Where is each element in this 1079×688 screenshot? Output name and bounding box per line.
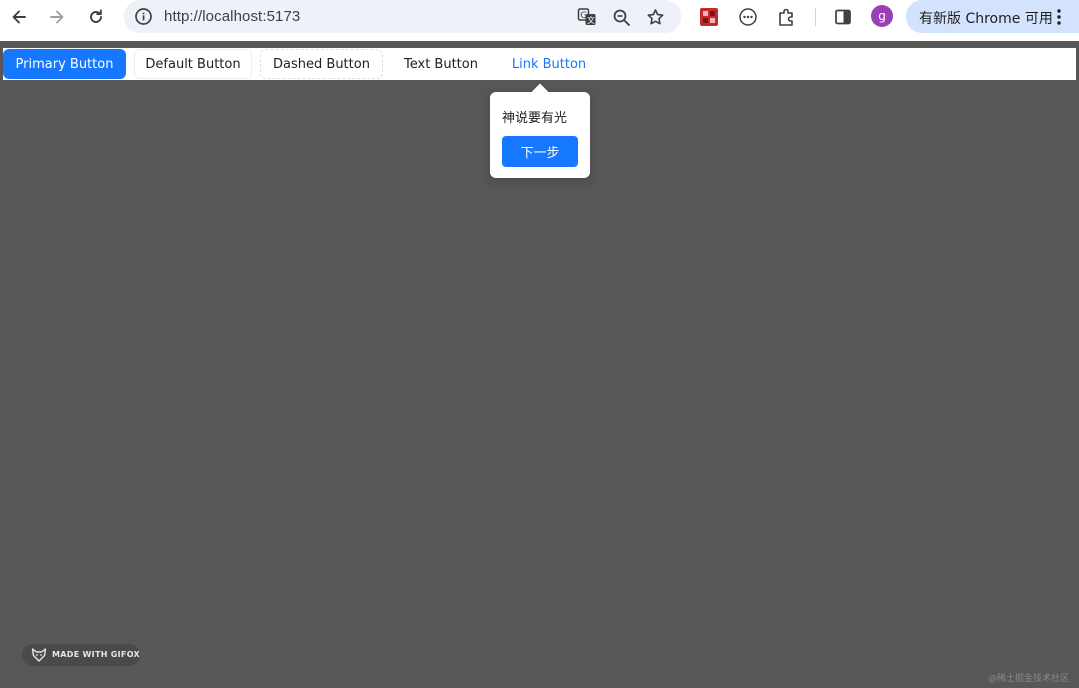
- url-text[interactable]: http://localhost:5173: [164, 8, 300, 25]
- gifox-text: MADE WITH GIFOX: [52, 650, 140, 659]
- community-watermark: @稀土掘金技术社区: [988, 674, 1070, 684]
- translate-button[interactable]: G 文: [576, 6, 598, 28]
- side-panel-icon: [835, 9, 851, 25]
- reload-icon: [90, 9, 102, 23]
- fox-icon: [31, 648, 47, 662]
- content-top-edge: [0, 41, 1079, 47]
- tour-popover: 神说要有光 下一步: [490, 83, 590, 178]
- zoom-icon: [613, 9, 630, 26]
- address-bar[interactable]: http://localhost:5173 G 文: [124, 0, 681, 33]
- text-button[interactable]: Text Button: [391, 49, 491, 79]
- link-button[interactable]: Link Button: [499, 49, 599, 79]
- gifox-watermark: MADE WITH GIFOX: [22, 644, 140, 666]
- zoom-button[interactable]: [610, 6, 632, 28]
- forward-arrow-icon: [50, 10, 64, 24]
- tour-next-button[interactable]: 下一步: [502, 136, 578, 167]
- red-extension-icon: [700, 8, 718, 26]
- button-row: Primary Button Default Button Dashed But…: [3, 48, 1076, 80]
- back-arrow-icon: [12, 10, 26, 24]
- primary-button[interactable]: Primary Button: [3, 49, 126, 79]
- site-info-icon[interactable]: [134, 7, 153, 26]
- tour-arrow: [531, 83, 549, 101]
- browser-toolbar: http://localhost:5173 G 文 g 有新版 Chrome 可…: [0, 0, 1079, 33]
- bookmark-button[interactable]: [644, 6, 666, 28]
- forward-button[interactable]: [43, 3, 71, 31]
- update-chrome-button[interactable]: 有新版 Chrome 可用: [906, 0, 1079, 33]
- bookmark-star-icon: [647, 8, 663, 24]
- circle-extension-icon: [739, 8, 757, 26]
- reload-button[interactable]: [82, 3, 110, 31]
- dashed-button[interactable]: Dashed Button: [260, 49, 383, 79]
- tour-title: 神说要有光: [502, 111, 568, 126]
- default-button[interactable]: Default Button: [134, 49, 252, 79]
- side-panel-button[interactable]: [831, 5, 855, 29]
- extensions-button[interactable]: [775, 5, 799, 29]
- svg-text:文: 文: [587, 15, 595, 25]
- circle-extension-button[interactable]: [736, 5, 760, 29]
- red-extension-button[interactable]: [697, 5, 721, 29]
- translate-icon: G 文: [577, 8, 596, 25]
- toolbar-divider: [815, 8, 816, 26]
- profile-avatar[interactable]: g: [871, 5, 893, 27]
- puzzle-icon: [779, 8, 793, 26]
- toolbar-bottom-gap: [0, 33, 1079, 41]
- update-chrome-label: 有新版 Chrome 可用: [919, 11, 1053, 27]
- kebab-menu-icon[interactable]: [1055, 8, 1063, 26]
- back-button[interactable]: [5, 3, 33, 31]
